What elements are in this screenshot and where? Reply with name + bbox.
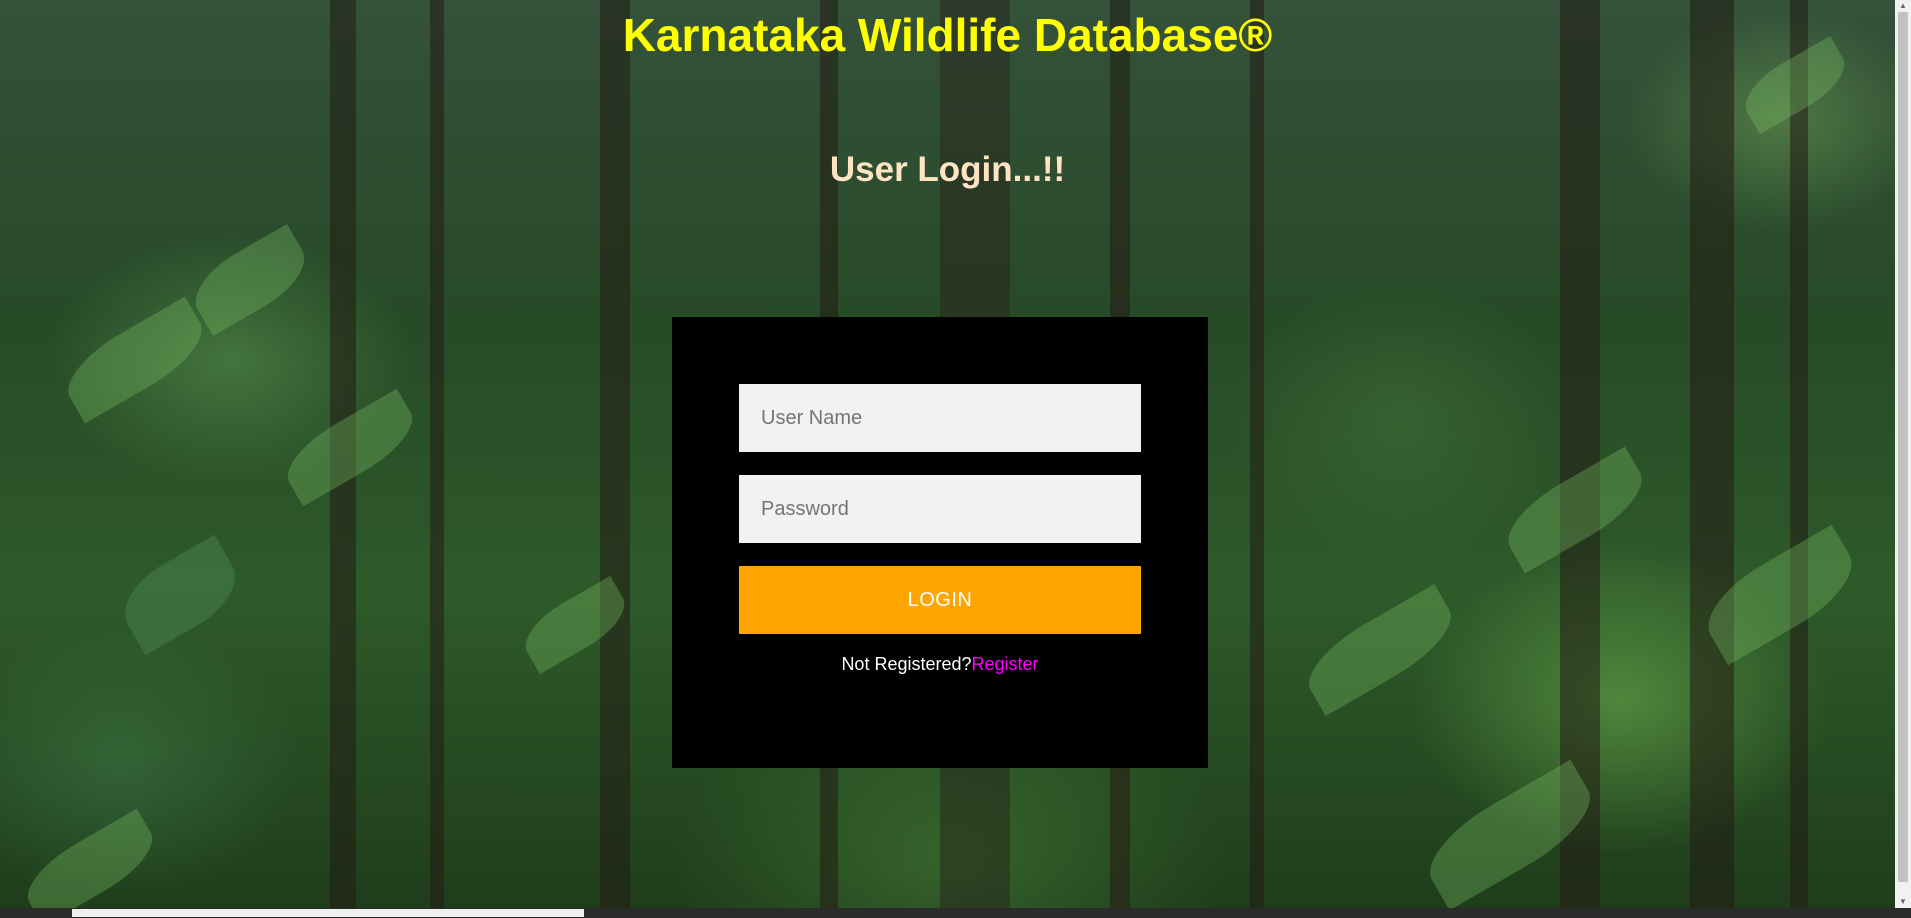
site-title: Karnataka Wildlife Database® xyxy=(622,9,1273,61)
scroll-down-icon[interactable]: ▼ xyxy=(1898,897,1908,907)
vertical-scrollbar[interactable]: ▲ ▼ xyxy=(1895,0,1911,908)
forest-background: Karnataka Wildlife Database® User Login.… xyxy=(0,0,1895,908)
password-input[interactable] xyxy=(739,475,1141,543)
vertical-scroll-thumb[interactable] xyxy=(1898,12,1908,882)
username-input[interactable] xyxy=(739,384,1141,452)
register-prompt: Not Registered? xyxy=(841,654,972,674)
login-heading: User Login...!! xyxy=(829,150,1066,189)
login-panel: LOGIN Not Registered?Register xyxy=(672,317,1208,768)
horizontal-scroll-thumb[interactable] xyxy=(72,909,584,917)
horizontal-scrollbar[interactable] xyxy=(0,908,1911,918)
register-line: Not Registered?Register xyxy=(672,654,1208,675)
register-link[interactable]: Register xyxy=(972,654,1039,674)
scroll-up-icon[interactable]: ▲ xyxy=(1898,1,1908,11)
login-button[interactable]: LOGIN xyxy=(739,566,1141,634)
